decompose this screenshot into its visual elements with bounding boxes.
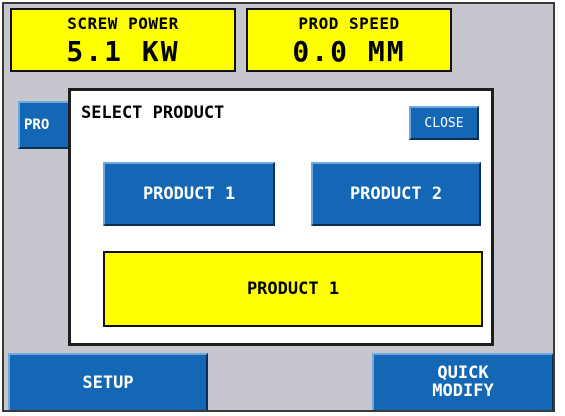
selected-product-label: PRODUCT 1 — [246, 279, 340, 299]
quick-modify-button[interactable]: QUICK MODIFY — [372, 353, 553, 410]
dialog-title: SELECT PRODUCT — [81, 103, 225, 123]
quick-modify-button-label: QUICK MODIFY — [432, 363, 494, 401]
product-button-label: PRO — [24, 117, 50, 133]
screw-power-value: 5.1 KW — [66, 35, 180, 68]
prod-speed-value: 0.0 MM — [292, 35, 406, 68]
product-1-button[interactable]: PRODUCT 1 — [103, 162, 275, 226]
selected-product-display: PRODUCT 1 — [103, 251, 483, 327]
prod-speed-readout: PROD SPEED 0.0 MM — [246, 8, 452, 72]
setup-button-label: SETUP — [82, 373, 134, 393]
product-2-button[interactable]: PRODUCT 2 — [311, 162, 481, 226]
close-button-label: CLOSE — [424, 115, 464, 131]
prod-speed-label: PROD SPEED — [298, 14, 400, 33]
product-1-button-label: PRODUCT 1 — [142, 184, 236, 204]
close-button[interactable]: CLOSE — [409, 106, 479, 140]
product-2-button-label: PRODUCT 2 — [349, 184, 443, 204]
select-product-dialog: SELECT PRODUCT CLOSE PRODUCT 1 PRODUCT 2… — [68, 88, 494, 346]
setup-button[interactable]: SETUP — [8, 353, 208, 410]
screw-power-readout: SCREW POWER 5.1 KW — [10, 8, 236, 72]
screw-power-label: SCREW POWER — [67, 14, 179, 33]
hmi-screen: SCREW POWER 5.1 KW PROD SPEED 0.0 MM PRO… — [2, 2, 555, 412]
